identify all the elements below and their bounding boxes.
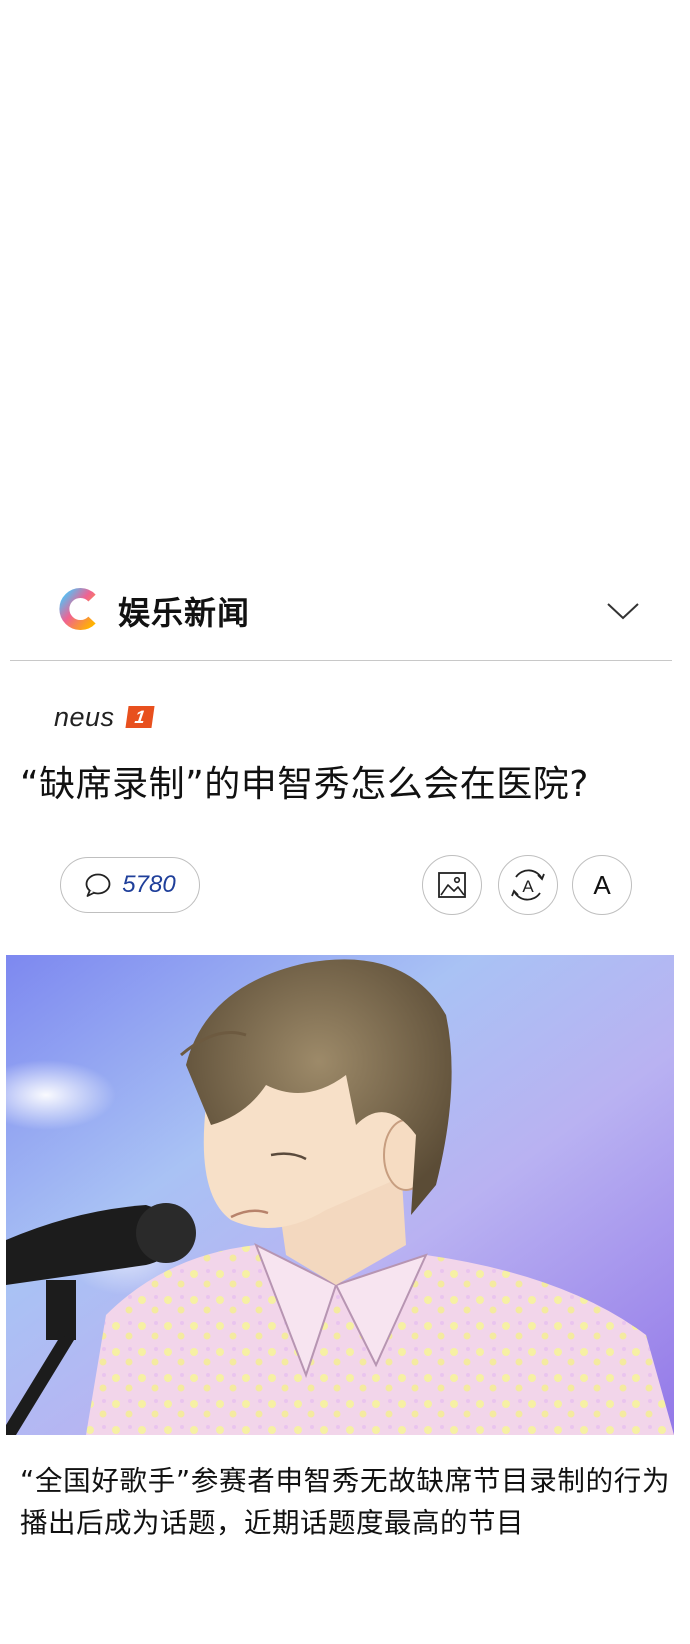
comment-count: 5780 xyxy=(122,871,176,898)
section-header: 娱乐新闻 xyxy=(10,548,672,661)
source-badge: 1 xyxy=(125,706,155,728)
section-title: 娱乐新闻 xyxy=(118,594,251,632)
translate-button[interactable]: A xyxy=(498,855,558,915)
news-source: neus 1 xyxy=(54,700,155,734)
translate-icon: A xyxy=(511,869,545,901)
svg-text:A: A xyxy=(522,877,534,896)
image-mode-button[interactable] xyxy=(422,855,482,915)
source-name: neus xyxy=(54,701,115,732)
article-hero-image xyxy=(6,955,674,1435)
comment-button[interactable]: 5780 xyxy=(60,857,200,913)
comment-icon xyxy=(85,873,111,897)
chevron-down-icon[interactable] xyxy=(606,600,640,622)
image-icon xyxy=(438,872,466,898)
font-size-button[interactable]: A xyxy=(572,855,632,915)
font-size-label: A xyxy=(593,869,611,900)
c-brand-logo xyxy=(59,588,96,630)
article-headline: “缺席录制”的申智秀怎么会在医院? xyxy=(20,764,589,805)
article-caption: “全国好歌手”参赛者申智秀无故缺席节目录制的行为播出后成为话题，近期话题度最高的… xyxy=(20,1465,670,1539)
